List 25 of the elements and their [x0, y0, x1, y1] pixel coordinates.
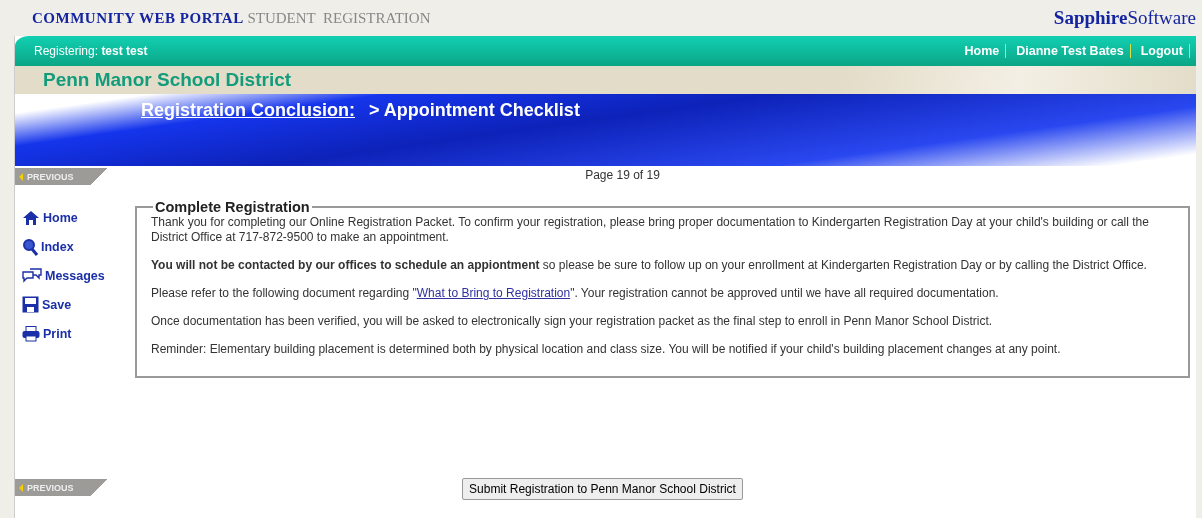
page-title: > Appointment Checklist: [369, 100, 580, 121]
paragraph: Please refer to the following document regarding "What to Bring to Registration". Your registration cannot be approved until we have all required documentation.: [151, 286, 1000, 301]
paragraph: Reminder: Elementary building placement is determined both by physical location and class size. You will be notified if your child's building placement changes at any point.: [151, 342, 1062, 357]
sidebar-item[interactable]: Home: [22, 207, 135, 228]
district-name: Penn Manor School District: [43, 69, 292, 91]
panel-title: Complete Registration: [154, 199, 311, 215]
page-indicator: Page 19 of 19: [584, 168, 661, 182]
submit-button[interactable]: Submit Registration to Penn Manor School District: [462, 478, 743, 500]
portal-title: COMMUNITY WEB PORTAL: [32, 9, 244, 26]
sidebar-item[interactable]: Save: [22, 294, 135, 315]
section-title: STUDENT REGISTRATION: [247, 9, 431, 26]
brand-logo: SapphireSoftware: [1053, 7, 1196, 29]
search-icon: [22, 237, 38, 256]
paragraph: You will not be contacted by our offices to schedule an appiontment so please be sure to follow up on your enrollment at Kindergarten Registration Day or by calling the District Office.: [151, 258, 1148, 273]
paragraph: Once documentation has been verified, you will be asked to electronically sign your registration packet as the final step to enroll in Penn Manor School District.: [151, 314, 994, 329]
sidebar-item[interactable]: Print: [22, 323, 135, 344]
sidebar-item[interactable]: Messages: [22, 265, 135, 286]
home-icon: [22, 209, 40, 226]
paragraph: Thank you for completing our Online Registration Packet. To confirm your registration, please bring proper documentation to Kindergarten Registration Day at your child's building or call the District Office at 717-872-9500 to make an appointment.: [151, 215, 1150, 245]
messages-icon: [22, 267, 42, 284]
sidebar-item[interactable]: Index: [22, 236, 135, 257]
printer-icon: [22, 325, 40, 342]
document-link[interactable]: What to Bring to Registration: [416, 286, 571, 300]
section-link[interactable]: Registration Conclusion:: [141, 100, 355, 121]
registering-label: Registering: test test: [34, 44, 148, 58]
